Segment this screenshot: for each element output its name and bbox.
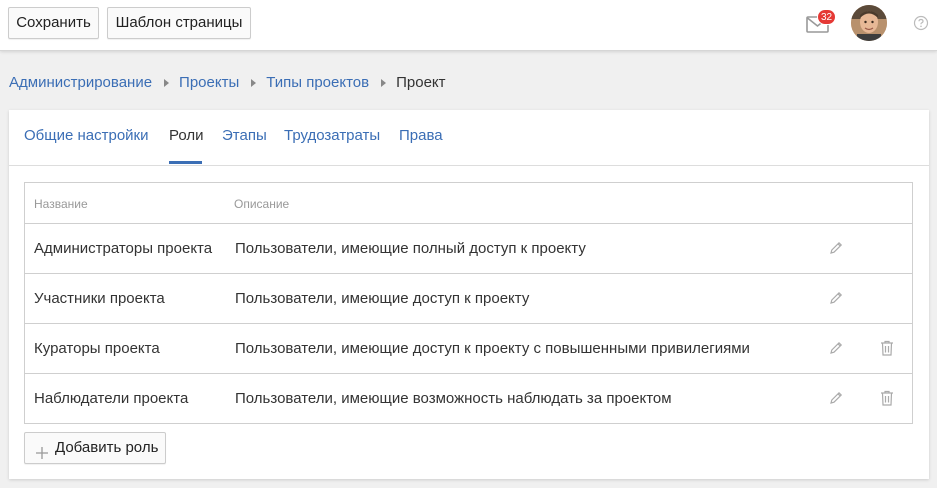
column-header-name: Название [34, 197, 88, 211]
add-role-button[interactable]: Добавить роль [24, 432, 166, 464]
avatar[interactable] [851, 5, 887, 41]
active-tab-indicator [169, 161, 202, 164]
breadcrumb-separator-icon [381, 78, 387, 87]
edit-icon[interactable] [828, 340, 844, 356]
tab-bar: Общие настройки Роли Этапы Трудозатраты … [9, 110, 929, 166]
add-role-label: Добавить роль [55, 439, 159, 456]
breadcrumb: Администрирование Проекты Типы проектов Про… [9, 74, 446, 92]
table-row[interactable]: Наблюдатели проекта Пользователи, имеющи… [25, 374, 912, 424]
trash-icon[interactable] [880, 390, 894, 406]
role-description: Пользователи, имеющие полный доступ к пр… [235, 240, 586, 257]
save-button[interactable]: Сохранить [8, 7, 99, 39]
role-name: Наблюдатели проекта [34, 390, 189, 407]
page-template-button[interactable]: Шаблон страницы [107, 7, 251, 39]
role-description: Пользователи, имеющие доступ к проекту [235, 290, 530, 307]
breadcrumb-administration[interactable]: Администрирование [9, 74, 152, 91]
column-header-description: Описание [234, 197, 290, 211]
table-row[interactable]: Кураторы проекта Пользователи, имеющие д… [25, 324, 912, 374]
breadcrumb-separator-icon [251, 78, 257, 87]
trash-icon[interactable] [880, 340, 894, 356]
role-name: Администраторы проекта [34, 240, 213, 257]
role-name: Участники проекта [34, 290, 165, 307]
role-description: Пользователи, имеющие доступ к проекту с… [235, 340, 750, 357]
main-panel: Общие настройки Роли Этапы Трудозатраты … [9, 110, 929, 479]
tab-stages[interactable]: Этапы [222, 127, 267, 144]
breadcrumb-projects[interactable]: Проекты [179, 74, 239, 91]
edit-icon[interactable] [828, 240, 844, 256]
breadcrumb-separator-icon [164, 78, 170, 87]
edit-icon[interactable] [828, 290, 844, 306]
notification-badge[interactable]: 32 [817, 9, 837, 25]
table-header: Название Описание [25, 183, 912, 224]
edit-icon[interactable] [828, 390, 844, 406]
tab-labor-costs[interactable]: Трудозатраты [284, 127, 380, 144]
tab-roles[interactable]: Роли [169, 127, 204, 144]
table-row[interactable]: Участники проекта Пользователи, имеющие … [25, 274, 912, 324]
plus-icon [35, 441, 49, 459]
breadcrumb-current: Проект [396, 74, 446, 91]
table-row[interactable]: Администраторы проекта Пользователи, име… [25, 224, 912, 274]
help-icon[interactable] [913, 15, 929, 31]
top-toolbar: Сохранить Шаблон страницы 32 [0, 0, 937, 51]
roles-table: Название Описание Администраторы проекта… [24, 182, 913, 424]
role-description: Пользователи, имеющие возможность наблюд… [235, 390, 672, 407]
breadcrumb-project-types[interactable]: Типы проектов [266, 74, 369, 91]
tab-permissions[interactable]: Права [399, 127, 443, 144]
tab-general-settings[interactable]: Общие настройки [24, 127, 149, 144]
role-name: Кураторы проекта [34, 340, 160, 357]
